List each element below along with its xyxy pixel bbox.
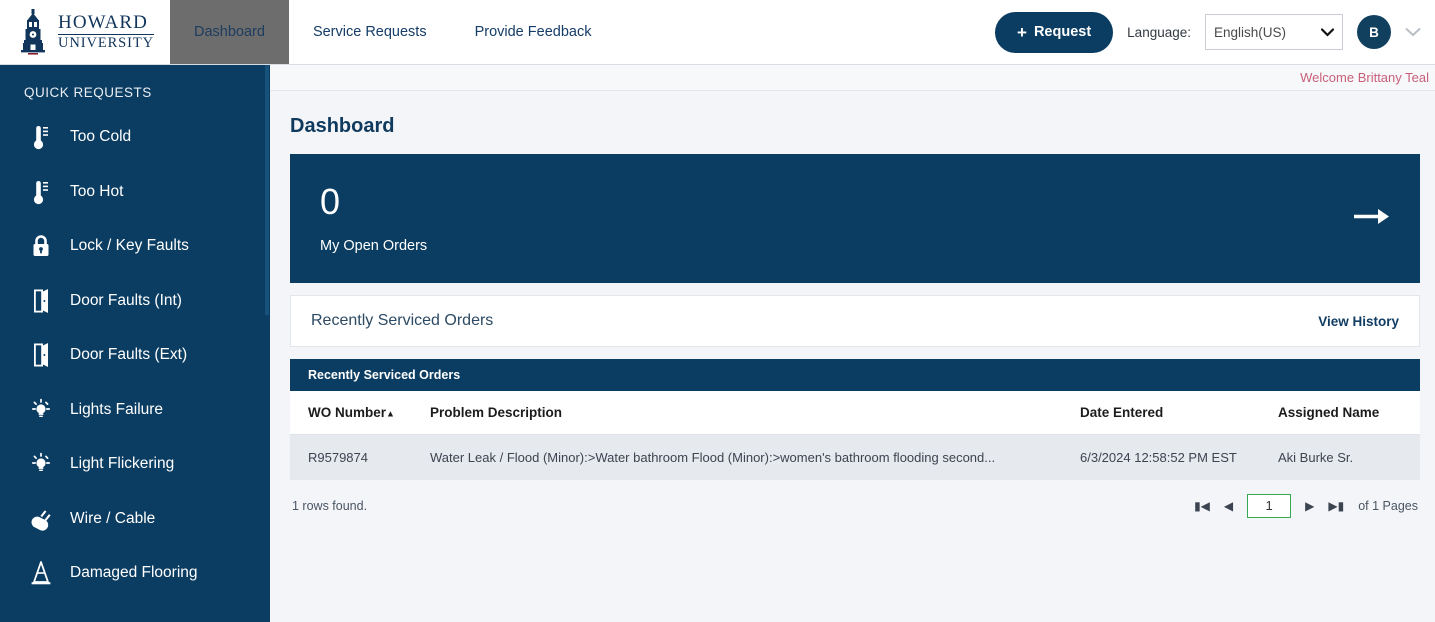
traffic-cone-icon [28, 558, 54, 588]
sidebar-item-door-faults-ext[interactable]: Door Faults (Ext) [0, 328, 270, 383]
table-row[interactable]: R9579874 Water Leak / Flood (Minor):>Wat… [290, 434, 1420, 480]
header-actions: + Request Language: English(US) B [995, 0, 1435, 64]
lock-icon [28, 231, 54, 261]
open-orders-count: 0 [320, 180, 341, 222]
thermometer-icon [28, 122, 54, 152]
first-page-button[interactable]: ▮◀ [1194, 499, 1210, 513]
page-title: Dashboard [290, 115, 395, 137]
problem-description-text: Water Leak / Flood (Minor):>Water bathro… [430, 450, 996, 465]
sidebar-item-label: Too Cold [70, 128, 132, 146]
sidebar-item-damaged-flooring[interactable]: Damaged Flooring [0, 546, 270, 601]
welcome-bar: Welcome Brittany Teal [270, 65, 1435, 91]
plug-icon [28, 504, 54, 534]
pagination: ▮◀ ◀ 1 ▶ ▶▮ of 1 Pages [1194, 494, 1418, 518]
brand-line-university: UNIVERSITY [58, 33, 154, 51]
column-header-wo-number[interactable]: WO Number▲ [290, 391, 410, 435]
sidebar-item-lock-key-faults[interactable]: Lock / Key Faults [0, 219, 270, 274]
door-icon [28, 340, 54, 370]
cell-wo-number[interactable]: R9579874 [290, 434, 410, 480]
sidebar-item-too-hot[interactable]: Too Hot [0, 165, 270, 220]
avatar-initial: B [1369, 24, 1379, 40]
column-header-date-entered[interactable]: Date Entered [1070, 391, 1270, 435]
top-header: HOWARD UNIVERSITY Dashboard Service Requ… [0, 0, 1435, 65]
total-pages-label: of 1 Pages [1358, 499, 1418, 513]
current-page-input[interactable]: 1 [1247, 494, 1292, 518]
language-label: Language: [1127, 24, 1191, 40]
sidebar-item-lights-failure[interactable]: Lights Failure [0, 383, 270, 438]
brand-wordmark: HOWARD UNIVERSITY [58, 13, 154, 50]
cell-date-entered: 6/3/2024 12:58:52 PM EST [1070, 434, 1270, 480]
cell-problem-description: Water Leak / Flood (Minor):>Water bathro… [410, 434, 1070, 480]
orders-table: WO Number▲ Problem Description Date Ente… [290, 391, 1420, 480]
my-open-orders-card[interactable]: 0 My Open Orders [290, 154, 1420, 283]
sidebar-item-door-faults-int[interactable]: Door Faults (Int) [0, 274, 270, 329]
quick-requests-sidebar: QUICK REQUESTS Too Cold Too Hot Lock / K… [0, 65, 270, 622]
plus-icon: + [1017, 22, 1027, 42]
column-header-wo-number-label: WO Number [308, 405, 387, 420]
sidebar-item-too-cold[interactable]: Too Cold [0, 110, 270, 165]
open-orders-label: My Open Orders [320, 237, 428, 254]
arrow-right-icon[interactable] [1352, 205, 1390, 232]
lightbulb-icon [28, 449, 54, 479]
sidebar-item-label: Damaged Flooring [70, 564, 198, 582]
thermometer-icon [28, 177, 54, 207]
previous-page-button[interactable]: ◀ [1224, 499, 1233, 513]
recently-serviced-grid: Recently Serviced Orders WO Number▲ Prob… [290, 359, 1420, 518]
sidebar-title: QUICK REQUESTS [24, 85, 152, 100]
door-icon [28, 286, 54, 316]
column-header-problem-description[interactable]: Problem Description [410, 391, 1070, 435]
sidebar-item-label: Door Faults (Int) [70, 291, 182, 309]
cell-assigned-name: Aki Burke Sr. [1270, 434, 1420, 480]
sidebar-item-label: Door Faults (Ext) [70, 346, 188, 364]
clock-tower-icon [21, 9, 45, 55]
nav-tab-provide-feedback[interactable]: Provide Feedback [451, 0, 616, 64]
next-page-button[interactable]: ▶ [1305, 499, 1314, 513]
sidebar-item-light-flickering[interactable]: Light Flickering [0, 437, 270, 492]
chevron-down-icon [1321, 27, 1334, 37]
grid-caption: Recently Serviced Orders [290, 359, 1420, 391]
new-request-label: Request [1033, 24, 1092, 40]
sidebar-item-label: Lock / Key Faults [70, 237, 189, 255]
new-request-button[interactable]: + Request [995, 11, 1114, 53]
main-content: Welcome Brittany Teal Dashboard 0 My Ope… [270, 65, 1435, 622]
sidebar-item-label: Wire / Cable [70, 509, 156, 527]
language-select[interactable]: English(US) [1205, 14, 1343, 50]
language-selected-value: English(US) [1214, 24, 1287, 40]
view-history-link[interactable]: View History [1318, 314, 1399, 329]
table-header-row: WO Number▲ Problem Description Date Ente… [290, 391, 1420, 435]
panel-title: Recently Serviced Orders [311, 312, 494, 329]
sidebar-item-label: Lights Failure [70, 400, 164, 418]
account-menu-chevron-down-icon[interactable] [1405, 27, 1421, 37]
avatar[interactable]: B [1357, 15, 1391, 49]
sidebar-scrollbar-thumb[interactable] [265, 65, 269, 315]
welcome-message: Welcome Brittany Teal [1300, 70, 1429, 85]
recently-serviced-panel-header: Recently Serviced Orders View History [290, 295, 1420, 347]
brand-line-howard: HOWARD [58, 12, 148, 34]
sidebar-item-wire-cable[interactable]: Wire / Cable [0, 492, 270, 547]
sidebar-item-label: Too Hot [70, 182, 124, 200]
lightbulb-icon [28, 395, 54, 425]
nav-tab-dashboard[interactable]: Dashboard [170, 0, 289, 64]
column-header-assigned-name[interactable]: Assigned Name [1270, 391, 1420, 435]
nav-tab-service-requests[interactable]: Service Requests [289, 0, 451, 64]
sidebar-item-label: Light Flickering [70, 455, 175, 473]
rows-found-label: 1 rows found. [292, 499, 368, 513]
kpi-text-group: 0 My Open Orders [320, 180, 428, 254]
grid-footer: 1 rows found. ▮◀ ◀ 1 ▶ ▶▮ of 1 Pages [290, 480, 1420, 518]
brand-logo[interactable]: HOWARD UNIVERSITY [0, 0, 168, 64]
last-page-button[interactable]: ▶▮ [1328, 499, 1344, 513]
main-nav: Dashboard Service Requests Provide Feedb… [170, 0, 615, 64]
sort-ascending-icon: ▲ [386, 408, 395, 419]
